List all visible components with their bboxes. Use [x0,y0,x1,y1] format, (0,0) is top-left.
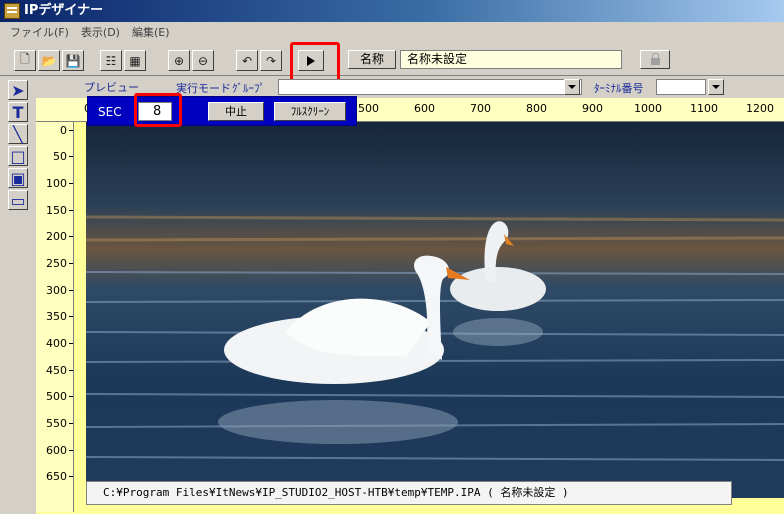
new-file-icon[interactable]: 🗋 [14,50,36,71]
app-icon [4,3,20,19]
ruler-tick: 550 [46,417,73,430]
ruler-tick: 1100 [690,102,718,115]
ruler-tick: 200 [46,230,73,243]
ruler-tick: 900 [582,102,603,115]
ruler-tick: 500 [358,102,379,115]
ruler-tick: 100 [46,177,73,190]
ruler-tick: 700 [470,102,491,115]
mode-label: 実行モード [176,82,231,95]
terminal-select[interactable] [656,79,706,95]
ruler-tick: 500 [46,390,73,403]
vertical-ruler: 0 50 100 150 200 250 300 350 400 450 500… [36,122,74,512]
menu-view[interactable]: 表示(D) [75,24,126,40]
menu-edit[interactable]: 編集(E) [126,24,176,40]
ruler-tick: 600 [414,102,435,115]
rectangle-tool-icon[interactable]: □ [8,146,28,166]
lock-icon[interactable] [640,50,670,69]
ruler-tick: 400 [46,337,73,350]
ruler-tick: 350 [46,310,73,323]
swan-photo-image [86,122,784,498]
left-toolbox: ➤ T ╲ □ ▣ ▭ [8,80,32,212]
group-label: ｸﾞﾙｰﾌﾟ [232,82,265,95]
preview-control-panel: SEC 8 中止 ﾌﾙｽｸﾘｰﾝ [87,96,357,126]
title-bar: IPデザイナー [0,0,784,22]
undo-icon[interactable]: ↶ [236,50,258,71]
ruler-tick: 50 [53,150,73,163]
image-tool-icon[interactable]: ▣ [8,168,28,188]
group-dropdown-icon[interactable] [564,79,580,95]
name-label: 名称 [348,50,396,69]
layout-icon[interactable]: ▦ [124,50,146,71]
ruler-tick: 150 [46,204,73,217]
status-bar-path: C:¥Program Files¥ItNews¥IP_STUDIO2_HOST-… [86,481,732,505]
group-select[interactable] [278,79,582,95]
ruler-tick: 1000 [634,102,662,115]
zoom-out-icon[interactable]: ⊖ [192,50,214,71]
pointer-tool-icon[interactable]: ➤ [8,80,28,100]
video-tool-icon[interactable]: ▭ [8,190,28,210]
fullscreen-button[interactable]: ﾌﾙｽｸﾘｰﾝ [274,102,346,121]
open-folder-icon[interactable]: 📂 [38,50,60,71]
ruler-tick: 450 [46,364,73,377]
sec-highlight-box [134,93,182,127]
name-field[interactable]: 名称未設定 [400,50,622,69]
menu-bar: ファイル(F) 表示(D) 編集(E) [0,22,784,41]
ruler-tick: 600 [46,444,73,457]
save-disk-icon[interactable]: 💾 [62,50,84,71]
ruler-tick: 250 [46,257,73,270]
properties-icon[interactable]: ☷ [100,50,122,71]
stop-button[interactable]: 中止 [208,102,264,121]
ruler-tick: 1200 [746,102,774,115]
ruler-tick: 300 [46,284,73,297]
terminal-label: ﾀｰﾐﾅﾙ番号 [594,82,644,95]
window-title: IPデザイナー [24,3,104,18]
line-tool-icon[interactable]: ╲ [8,124,28,144]
play-highlight-box [290,42,340,82]
zoom-in-icon[interactable]: ⊕ [168,50,190,71]
ruler-tick: 800 [526,102,547,115]
redo-icon[interactable]: ↷ [260,50,282,71]
terminal-dropdown-icon[interactable] [708,79,724,95]
menu-file[interactable]: ファイル(F) [4,24,75,40]
preview-label: プレビュー [84,81,139,94]
text-tool-icon[interactable]: T [8,102,28,122]
ruler-tick: 0 [60,124,73,137]
swan-photo-preview [86,122,784,498]
sec-label: SEC [98,105,122,119]
ruler-tick: 650 [46,470,73,483]
